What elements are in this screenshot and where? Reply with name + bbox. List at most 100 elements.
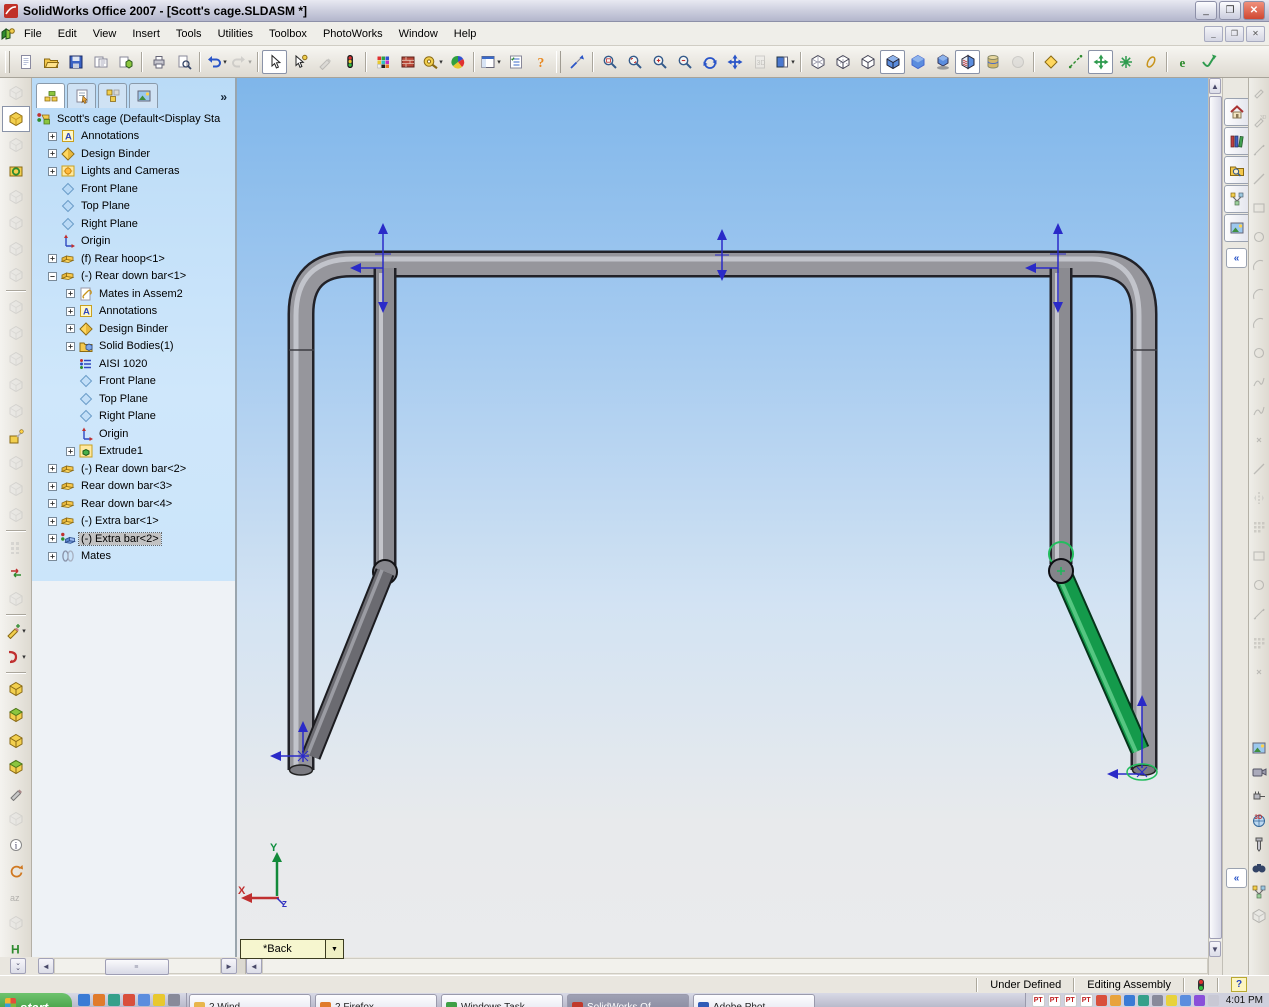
task-pane-tab-solidworks-resources[interactable]: [1224, 98, 1248, 126]
standard-views-button[interactable]: ▾: [772, 50, 797, 74]
tree-expand-toggle[interactable]: +: [66, 342, 75, 351]
tree-row[interactable]: AISI 1020: [32, 355, 235, 373]
office-tool-plug-button[interactable]: [1251, 788, 1268, 805]
office-tool-img-button[interactable]: [1251, 740, 1268, 757]
tree-expand-toggle[interactable]: +: [66, 447, 75, 456]
tree-row[interactable]: +Rear down bar<4>: [32, 495, 235, 513]
tree-row[interactable]: Top Plane: [32, 390, 235, 408]
sketch-tool-rect-button[interactable]: [1251, 200, 1268, 217]
tray-language-icon[interactable]: PT: [1080, 994, 1093, 1007]
panel-expand-chevron[interactable]: »: [220, 90, 233, 108]
menu-insert[interactable]: Insert: [124, 25, 168, 43]
tree-expand-toggle[interactable]: +: [48, 517, 57, 526]
tree-expand-toggle[interactable]: +: [48, 552, 57, 561]
tray-language-icon[interactable]: PT: [1064, 994, 1077, 1007]
redo-dropdown-arrow[interactable]: ▾: [248, 58, 252, 66]
mate-button[interactable]: [2, 132, 30, 158]
tree-row[interactable]: +Rear down bar<3>: [32, 478, 235, 496]
measure-button[interactable]: ▾: [420, 50, 445, 74]
scroll-thumb[interactable]: [1209, 96, 1222, 939]
undo-dropdown-arrow[interactable]: ▾: [223, 58, 227, 66]
sketch-tool-pencil-button[interactable]: [1251, 84, 1268, 101]
model-canvas[interactable]: Y X Z: [237, 78, 1208, 957]
office-tool-cam-button[interactable]: [1251, 764, 1268, 781]
tree-row[interactable]: +(-) Rear down bar<2>: [32, 460, 235, 478]
tree-row[interactable]: Origin: [32, 425, 235, 443]
edit-sketch-button[interactable]: [1038, 50, 1063, 74]
sketch-tool-dim-button[interactable]: [1251, 142, 1268, 159]
tree-expand-toggle[interactable]: +: [48, 464, 57, 473]
mass-properties-button[interactable]: [445, 50, 470, 74]
task-pane-tab-design-library[interactable]: [1224, 127, 1248, 155]
menu-help[interactable]: Help: [446, 25, 485, 43]
menu-edit[interactable]: Edit: [50, 25, 85, 43]
tree-expand-toggle[interactable]: +: [48, 499, 57, 508]
tab-propertymanager[interactable]: [67, 83, 96, 108]
shadows-in-shaded-mode-button[interactable]: [930, 50, 955, 74]
child-close-button[interactable]: ✕: [1246, 26, 1265, 42]
menu-tools[interactable]: Tools: [168, 25, 210, 43]
start-button[interactable]: start: [0, 993, 72, 1007]
tree-row[interactable]: +Mates: [32, 548, 235, 566]
tree-expand-toggle[interactable]: +: [66, 307, 75, 316]
tray-icon[interactable]: [1194, 995, 1205, 1006]
rotate-component-button[interactable]: [2, 184, 30, 210]
tree-expand-toggle[interactable]: −: [48, 272, 57, 281]
assembly-feature-cut-button[interactable]: [2, 346, 30, 372]
part-tool-3-button[interactable]: [2, 728, 30, 754]
scroll-splitter[interactable]: [237, 958, 246, 974]
hidden-lines-removed-button[interactable]: [855, 50, 880, 74]
tree-expand-toggle[interactable]: +: [48, 167, 57, 176]
exploded-view-button[interactable]: [2, 236, 30, 262]
viewport-hscrollbar[interactable]: ◄: [237, 957, 1208, 975]
office-tool-binoc-button[interactable]: [1251, 860, 1268, 877]
sketch-tool-arc-button[interactable]: [1251, 287, 1268, 304]
standard-views-dropdown-arrow[interactable]: ▾: [791, 58, 795, 66]
quick-launch-icon[interactable]: [168, 994, 180, 1006]
wireframe-button[interactable]: [805, 50, 830, 74]
edit-color-button[interactable]: [370, 50, 395, 74]
menu-utilities[interactable]: Utilities: [210, 25, 261, 43]
zoom-to-area-button[interactable]: [622, 50, 647, 74]
rear-down-bar-left[interactable]: [373, 268, 397, 584]
assembly-feature-belt-button[interactable]: [2, 476, 30, 502]
design-checker-button[interactable]: [503, 50, 528, 74]
pan-button[interactable]: [722, 50, 747, 74]
tray-language-icon[interactable]: PT: [1048, 994, 1061, 1007]
tree-row[interactable]: +(-) Extra bar<1>: [32, 513, 235, 531]
taskbar-button[interactable]: 2 Wind...: [189, 994, 311, 1007]
minimize-button[interactable]: _: [1195, 1, 1217, 20]
sketch-tool-pencil3d-button[interactable]: 3D: [1251, 113, 1268, 130]
shaded-with-edges-button[interactable]: [880, 50, 905, 74]
smart-fasteners-button[interactable]: [2, 210, 30, 236]
office-tool-g-button[interactable]: [1251, 908, 1268, 925]
edit-part-button[interactable]: [2, 106, 30, 132]
zoom-in-out-button[interactable]: [647, 50, 672, 74]
configuration-combo[interactable]: *Back ▼: [240, 939, 344, 959]
sketch-entity-button[interactable]: [312, 50, 337, 74]
tree-row[interactable]: +Design Binder: [32, 320, 235, 338]
toolbar-handle[interactable]: [5, 51, 10, 73]
measure-dropdown-arrow[interactable]: ▾: [439, 58, 443, 66]
publish-edrawings-button[interactable]: [1196, 50, 1221, 74]
quick-tips-icon[interactable]: ?: [1223, 977, 1255, 992]
rear-down-bar-right[interactable]: [1057, 268, 1061, 564]
toolbar-handle[interactable]: [556, 51, 561, 73]
title-bar[interactable]: SolidWorks Office 2007 - [Scott's cage.S…: [0, 0, 1269, 22]
tray-icon[interactable]: [1152, 995, 1163, 1006]
tray-language-icon[interactable]: PT: [1032, 994, 1045, 1007]
task-pane-tab-custom-properties[interactable]: [1224, 185, 1248, 213]
tree-row[interactable]: Right Plane: [32, 408, 235, 426]
stop-light-button[interactable]: [337, 50, 362, 74]
sketch-tool-grid-button[interactable]: [1251, 519, 1268, 536]
quick-launch-icon[interactable]: [78, 994, 90, 1006]
display-pane-chevron[interactable]: ⌄⌄: [10, 958, 26, 974]
tray-icon[interactable]: [1166, 995, 1177, 1006]
scroll-left-button[interactable]: ◄: [38, 958, 54, 974]
sketch-tool-rect-button[interactable]: [1251, 548, 1268, 565]
tree-row[interactable]: Top Plane: [32, 198, 235, 216]
interference-detection-button[interactable]: [2, 294, 30, 320]
zoom-to-fit-button[interactable]: [597, 50, 622, 74]
component-pattern-button[interactable]: [2, 534, 30, 560]
tree-row[interactable]: Origin: [32, 233, 235, 251]
